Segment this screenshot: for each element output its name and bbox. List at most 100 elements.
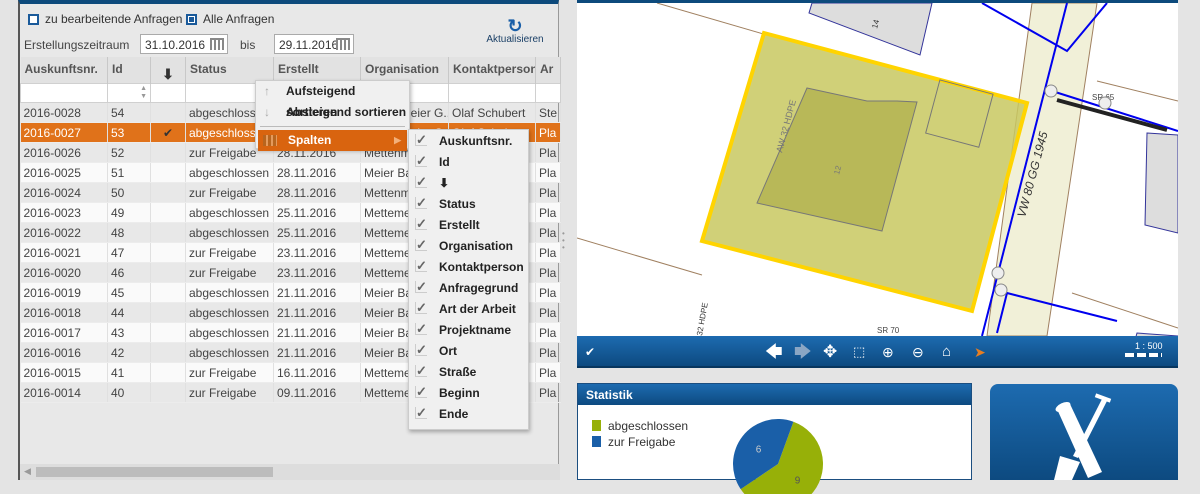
cell-status: zur Freigabe [185, 362, 274, 383]
checkbox-checked-icon[interactable]: ✓ [415, 280, 427, 293]
checkbox-checked-icon[interactable]: ✓ [415, 175, 427, 188]
checkbox-checked-icon[interactable]: ✓ [415, 133, 427, 146]
cell-check [150, 162, 186, 183]
check-icon[interactable]: ✔ [585, 342, 595, 362]
map-view[interactable]: AW 32 HDPE VW 80 GG 1945 SR 65 SR 70 32 … [577, 0, 1178, 336]
cell-nr: 2016-0023 [20, 202, 108, 223]
legend-swatch [592, 420, 601, 431]
columns-icon [263, 135, 277, 146]
cell-check [150, 222, 186, 243]
cell-a: Ste [535, 102, 561, 123]
cell-status: zur Freigabe [185, 382, 274, 403]
back-arrow-icon[interactable]: 🡄 [765, 342, 783, 362]
checkbox-checked-icon[interactable]: ✓ [415, 154, 427, 167]
column-toggle-item[interactable]: ✓ ⬇ [409, 173, 528, 194]
checkbox-checked-icon[interactable]: ✓ [415, 301, 427, 314]
checkbox-checked-icon[interactable]: ✓ [415, 217, 427, 230]
zoom-box-icon[interactable]: ⬚ [853, 342, 865, 362]
cell-status: abgeschlossen [185, 282, 274, 303]
checkbox-checked-icon[interactable]: ✓ [415, 322, 427, 335]
checkbox-checked-icon[interactable]: ✓ [415, 406, 427, 419]
column-toggle-item[interactable]: ✓ Beginn [409, 383, 528, 404]
cell-erstellt: 21.11.2016 [273, 302, 361, 323]
cell-check [150, 202, 186, 223]
label: Id [439, 155, 450, 169]
legend-swatch [592, 436, 601, 447]
checkbox-checked-icon[interactable]: ✓ [415, 259, 427, 272]
column-filter-input[interactable]: ▲ ▼ [107, 83, 151, 103]
column-toggle-item[interactable]: ✓ Ort [409, 341, 528, 362]
column-toggle-item[interactable]: ✓ Straße [409, 362, 528, 383]
column-toggle-item[interactable]: ✓ Kontaktperson [409, 257, 528, 278]
column-header[interactable]: ⬇ [150, 57, 186, 84]
arrow-down-icon: ↓ [264, 105, 270, 119]
column-filter-input[interactable] [535, 83, 561, 103]
cell-nr: 2016-0018 [20, 302, 108, 323]
download-icon: ⬇ [162, 66, 174, 82]
filter-all-requests[interactable]: Alle Anfragen [186, 12, 274, 26]
column-header[interactable]: Kontaktperson [448, 57, 536, 84]
home-icon[interactable]: ⌂ [942, 342, 951, 362]
cell-id: 40 [107, 382, 151, 403]
column-toggle-item[interactable]: ✓ Status [409, 194, 528, 215]
column-toggle-item[interactable]: ✓ Ende [409, 404, 528, 425]
spinner-icon[interactable]: ▲ ▼ [140, 85, 147, 101]
cell-id: 52 [107, 142, 151, 163]
column-toggle-item[interactable]: ✓ Auskunftsnr. [409, 131, 528, 152]
scrollbar-thumb[interactable] [36, 467, 273, 477]
cell-erstellt: 23.11.2016 [273, 262, 361, 283]
checkbox-checked-icon[interactable]: ✓ [415, 196, 427, 209]
cell-check [150, 362, 186, 383]
building [1144, 132, 1178, 234]
menu-item-sort-ascending[interactable]: ↑ Aufsteigend sortieren [256, 81, 409, 119]
forward-arrow-icon[interactable]: 🡆 [794, 342, 812, 362]
date-from-field[interactable]: 31.10.2016 [140, 34, 228, 54]
cell-a: Pla [535, 202, 561, 223]
column-filter-input[interactable] [20, 83, 108, 103]
refresh-button[interactable]: ↻ Aktualisieren [480, 17, 550, 45]
menu-item-sort-descending[interactable]: ↓ Absteigend sortieren [256, 102, 409, 123]
calendar-icon[interactable] [210, 38, 224, 50]
label: Organisation [439, 239, 514, 253]
label: Ende [439, 407, 469, 421]
menu-item-columns[interactable]: Spalten ▶ [258, 130, 407, 151]
column-toggle-item[interactable]: ✓ Organisation [409, 236, 528, 257]
horizontal-scrollbar[interactable]: ◀ [20, 464, 560, 480]
period-label: Erstellungszeitraum [24, 38, 130, 52]
pan-icon[interactable]: ✥ [823, 342, 837, 362]
zoom-out-icon[interactable]: ⊖ [912, 342, 924, 362]
date-to-field[interactable]: 29.11.2016 [274, 34, 354, 54]
checkbox[interactable] [28, 14, 39, 26]
column-filter-input[interactable] [150, 83, 186, 103]
zoom-in-icon[interactable]: ⊕ [882, 342, 894, 362]
column-toggle-item[interactable]: ✓ Anfragegrund [409, 278, 528, 299]
shovel-pipe-icon [1054, 393, 1112, 480]
cell-a: Pla [535, 182, 561, 203]
arrow-up-icon: ↑ [264, 84, 270, 98]
cell-erstellt: 09.11.2016 [273, 382, 361, 403]
cell-nr: 2016-0019 [20, 282, 108, 303]
checkbox-checked-icon[interactable]: ✓ [415, 385, 427, 398]
column-header[interactable]: Id [107, 57, 151, 84]
calendar-icon[interactable] [336, 38, 350, 50]
map-label: SR 70 [877, 326, 900, 335]
pointer-icon[interactable]: ➤ [974, 342, 986, 362]
splitter-handle[interactable]: • • • [562, 230, 568, 252]
column-header[interactable]: Ar [535, 57, 561, 84]
checkbox[interactable] [186, 14, 197, 26]
checkbox-checked-icon[interactable]: ✓ [415, 238, 427, 251]
excavation-tile[interactable] [990, 384, 1178, 480]
checkbox-checked-icon[interactable]: ✓ [415, 343, 427, 356]
column-toggle-item[interactable]: ✓ Projektname [409, 320, 528, 341]
column-filter-input[interactable] [448, 83, 536, 103]
column-toggle-item[interactable]: ✓ Art der Arbeit [409, 299, 528, 320]
checkbox-checked-icon[interactable]: ✓ [415, 364, 427, 377]
building [808, 3, 933, 56]
column-toggle-item[interactable]: ✓ Erstellt [409, 215, 528, 236]
column-toggle-item[interactable]: ✓ Id [409, 152, 528, 173]
column-header[interactable]: Auskunftsnr. [20, 57, 108, 84]
filter-open-requests[interactable]: zu bearbeitende Anfragen [28, 12, 182, 26]
scroll-left-icon[interactable]: ◀ [24, 466, 31, 477]
cell-id: 44 [107, 302, 151, 323]
cell-status: abgeschlossen [185, 322, 274, 343]
